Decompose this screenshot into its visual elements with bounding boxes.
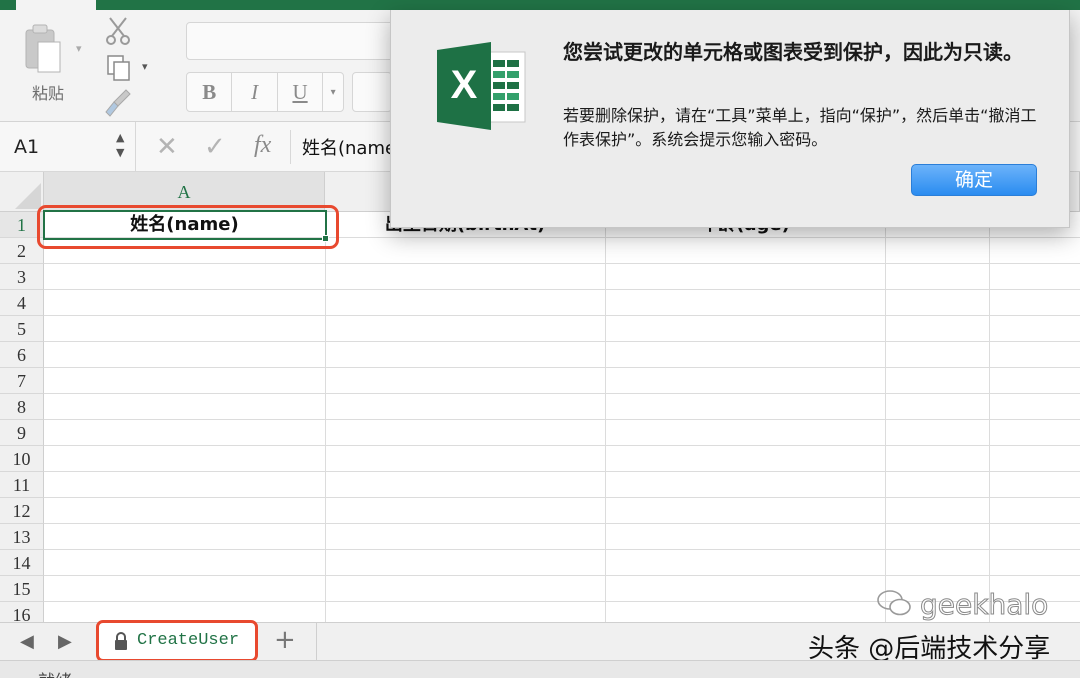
annotation-highlight-cell [37, 205, 339, 249]
formula-divider [290, 130, 291, 164]
chevron-down-icon[interactable]: ▼ [116, 145, 124, 160]
row-gridline [44, 497, 1080, 498]
cancel-icon[interactable]: ✕ [156, 132, 178, 162]
wechat-icon [877, 590, 911, 616]
row-gridline [44, 445, 1080, 446]
row-header[interactable]: 11 [0, 472, 44, 498]
next-sheet-icon[interactable]: ▶ [58, 631, 72, 652]
row-gridline [44, 575, 1080, 576]
add-sheet-button[interactable]: + [274, 625, 296, 655]
excel-logo-letter: X [451, 63, 478, 107]
column-gridline [325, 212, 326, 622]
bold-button[interactable]: B [187, 73, 233, 111]
column-gridline [885, 212, 886, 622]
status-text: 就绪 [38, 667, 72, 678]
underline-button[interactable]: U [278, 73, 324, 111]
row-header[interactable]: 4 [0, 290, 44, 316]
font-format-group: B I U ▾ [186, 72, 344, 112]
name-box-value: A1 [14, 136, 40, 158]
borders-button[interactable] [352, 72, 392, 112]
worksheet-grid[interactable]: A 12345678910111213141516 姓名(name) 出生日期(… [0, 172, 1080, 622]
status-bar: 就绪 [0, 660, 1080, 678]
copy-dropdown-icon[interactable]: ▾ [142, 60, 148, 73]
watermark-handle: geekhalo [919, 588, 1049, 622]
ribbon-tab-strip [0, 0, 1080, 10]
dialog-title: 您尝试更改的单元格或图表受到保护，因此为只读。 [563, 40, 1023, 64]
row-header[interactable]: 5 [0, 316, 44, 342]
row-gridline [44, 523, 1080, 524]
chevron-up-icon[interactable]: ▲ [116, 130, 124, 145]
paste-label[interactable]: 粘贴 [32, 80, 64, 104]
column-gridline [605, 212, 606, 622]
font-name-field[interactable] [186, 22, 396, 60]
row-header[interactable]: 15 [0, 576, 44, 602]
paste-dropdown-icon[interactable]: ▾ [76, 42, 82, 55]
ok-button[interactable]: 确定 [911, 164, 1037, 196]
row-header[interactable]: 3 [0, 264, 44, 290]
formula-input[interactable]: 姓名(name [302, 134, 396, 160]
row-header[interactable]: 9 [0, 420, 44, 446]
row-gridline [44, 367, 1080, 368]
row-gridline [44, 393, 1080, 394]
row-gridline [44, 471, 1080, 472]
row-header[interactable]: 7 [0, 368, 44, 394]
copy-icon[interactable] [106, 54, 132, 82]
row-header[interactable]: 13 [0, 524, 44, 550]
name-box[interactable]: A1 ▲ ▼ [0, 122, 136, 172]
row-gridline [44, 341, 1080, 342]
row-header[interactable]: 16 [0, 602, 44, 622]
format-painter-icon[interactable] [104, 88, 132, 118]
column-gridline [989, 212, 990, 622]
row-header[interactable]: 12 [0, 498, 44, 524]
select-all-corner[interactable] [0, 172, 44, 212]
row-header[interactable]: 6 [0, 342, 44, 368]
row-gridline [44, 549, 1080, 550]
confirm-icon[interactable]: ✓ [204, 132, 226, 162]
row-gridline [44, 263, 1080, 264]
row-gridline [44, 315, 1080, 316]
row-gridline [44, 289, 1080, 290]
underline-dropdown-icon[interactable]: ▾ [323, 73, 343, 111]
italic-button[interactable]: I [232, 73, 278, 111]
cut-icon[interactable] [104, 16, 132, 46]
previous-sheet-icon[interactable]: ◀ [20, 631, 34, 652]
tab-home-active[interactable] [16, 0, 96, 10]
protected-sheet-dialog: X 您尝试更改的单元格或图表受到保护，因此为只读。 若要删除保护，请在“工具”菜… [390, 10, 1070, 228]
dialog-message: 若要删除保护，请在“工具”菜单上，指向“保护”，然后单击“撤消工作表保护”。系统… [563, 106, 1037, 149]
row-gridline [44, 419, 1080, 420]
row-header[interactable]: 10 [0, 446, 44, 472]
paste-icon[interactable] [22, 22, 62, 74]
row-header[interactable]: 8 [0, 394, 44, 420]
insert-function-icon[interactable]: fx [254, 132, 271, 159]
excel-logo-icon: X [437, 42, 526, 130]
name-box-stepper[interactable]: ▲ ▼ [116, 130, 124, 160]
row-header[interactable]: 14 [0, 550, 44, 576]
annotation-highlight-tab [96, 620, 258, 662]
sheet-bar-divider [316, 623, 317, 661]
